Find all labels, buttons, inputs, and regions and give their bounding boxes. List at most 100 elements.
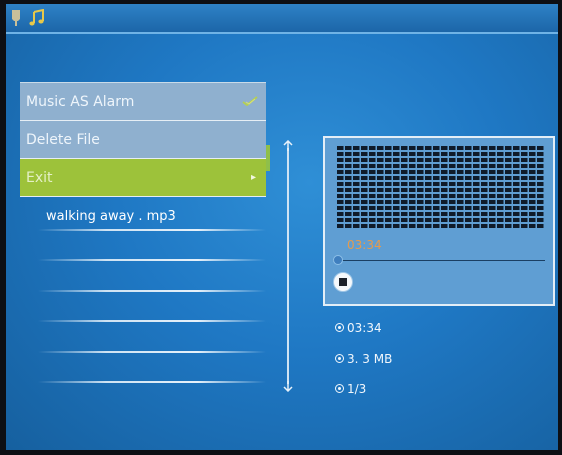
spectrum-cell (353, 212, 360, 216)
spectrum-cell (409, 152, 416, 156)
spectrum-cell (345, 212, 352, 216)
file-size-icon (335, 354, 344, 363)
spectrum-cell (337, 158, 344, 162)
spectrum-cell (537, 152, 544, 156)
spectrum-cell (537, 164, 544, 168)
spectrum-cell (425, 194, 432, 198)
spectrum-cell (465, 206, 472, 210)
spectrum-cell (425, 152, 432, 156)
stop-button[interactable] (333, 272, 353, 292)
spectrum-cell (393, 200, 400, 204)
spectrum-cell (457, 170, 464, 174)
spectrum-cell (505, 176, 512, 180)
file-list[interactable]: walking away . mp3 (6, 200, 276, 383)
spectrum-cell (465, 224, 472, 228)
spectrum-cell (489, 200, 496, 204)
arrow-down-icon[interactable] (283, 380, 293, 392)
spectrum-cell (537, 188, 544, 192)
list-item[interactable]: walking away . mp3 (6, 200, 276, 231)
screen: Music AS Alarm Delete File Exit ▸ walkin… (6, 4, 558, 450)
spectrum-cell (521, 224, 528, 228)
spectrum-cell (369, 200, 376, 204)
spectrum-cell (385, 188, 392, 192)
spectrum-cell (489, 206, 496, 210)
spectrum-cell (377, 182, 384, 186)
spectrum-cell (353, 146, 360, 150)
spectrum-cell (521, 152, 528, 156)
spectrum-cell (537, 206, 544, 210)
spectrum-cell (337, 164, 344, 168)
list-item[interactable] (6, 353, 276, 383)
spectrum-cell (457, 152, 464, 156)
spectrum-cell (481, 194, 488, 198)
spectrum-cell (393, 206, 400, 210)
spectrum-cell (481, 176, 488, 180)
spectrum-cell (361, 182, 368, 186)
spectrum-cell (513, 164, 520, 168)
spectrum-cell (345, 206, 352, 210)
spectrum-cell (505, 152, 512, 156)
spectrum-cell (425, 218, 432, 222)
list-item[interactable] (6, 261, 276, 292)
spectrum-cell (537, 212, 544, 216)
spectrum-cell (361, 200, 368, 204)
progress-knob[interactable] (333, 255, 343, 265)
spectrum-cell (353, 188, 360, 192)
spectrum-cell (369, 146, 376, 150)
list-item[interactable] (6, 231, 276, 261)
spectrum-cell (441, 176, 448, 180)
spectrum-cell (465, 200, 472, 204)
spectrum-cell (337, 146, 344, 150)
music-note-icon (29, 9, 44, 26)
pin-icon (12, 10, 20, 26)
spectrum-cell (409, 200, 416, 204)
spectrum-cell (481, 164, 488, 168)
spectrum-cell (497, 224, 504, 228)
spectrum-cell (401, 182, 408, 186)
scrollbar[interactable] (283, 140, 293, 392)
spectrum-cell (377, 158, 384, 162)
spectrum-cell (393, 188, 400, 192)
list-item[interactable] (6, 292, 276, 322)
spectrum-cell (401, 176, 408, 180)
track-count-icon (335, 384, 344, 393)
spectrum-cell (481, 170, 488, 174)
spectrum-cell (473, 200, 480, 204)
spectrum-cell (441, 146, 448, 150)
spectrum-cell (441, 152, 448, 156)
spectrum-cell (361, 212, 368, 216)
spectrum-cell (369, 224, 376, 228)
spectrum-cell (417, 200, 424, 204)
spectrum-cell (385, 152, 392, 156)
progress-track[interactable] (333, 260, 545, 261)
spectrum-cell (353, 200, 360, 204)
menu-item-delete-file[interactable]: Delete File (20, 121, 266, 159)
spectrum-cell (457, 164, 464, 168)
spectrum-cell (505, 164, 512, 168)
spectrum-cell (361, 164, 368, 168)
menu-item-music-as-alarm[interactable]: Music AS Alarm (20, 83, 266, 121)
spectrum-cell (401, 224, 408, 228)
duration-value: 03:34 (347, 321, 382, 335)
spectrum-cell (377, 170, 384, 174)
spectrum-cell (345, 176, 352, 180)
spectrum-cell (417, 212, 424, 216)
spectrum-cell (337, 194, 344, 198)
spectrum-cell (449, 182, 456, 186)
spectrum-cell (345, 200, 352, 204)
spectrum-cell (473, 146, 480, 150)
elapsed-time: 03:34 (347, 238, 382, 252)
spectrum-cell (505, 212, 512, 216)
spectrum-cell (537, 176, 544, 180)
list-item[interactable] (6, 322, 276, 353)
spectrum-cell (417, 206, 424, 210)
scroll-track[interactable] (287, 148, 289, 384)
spectrum-cell (505, 146, 512, 150)
spectrum-cell (441, 164, 448, 168)
spectrum-cell (401, 200, 408, 204)
menu-item-exit[interactable]: Exit ▸ (20, 159, 266, 197)
spectrum-cell (473, 170, 480, 174)
arrow-up-icon[interactable] (283, 140, 293, 152)
spectrum-cell (417, 158, 424, 162)
spectrum-cell (425, 164, 432, 168)
